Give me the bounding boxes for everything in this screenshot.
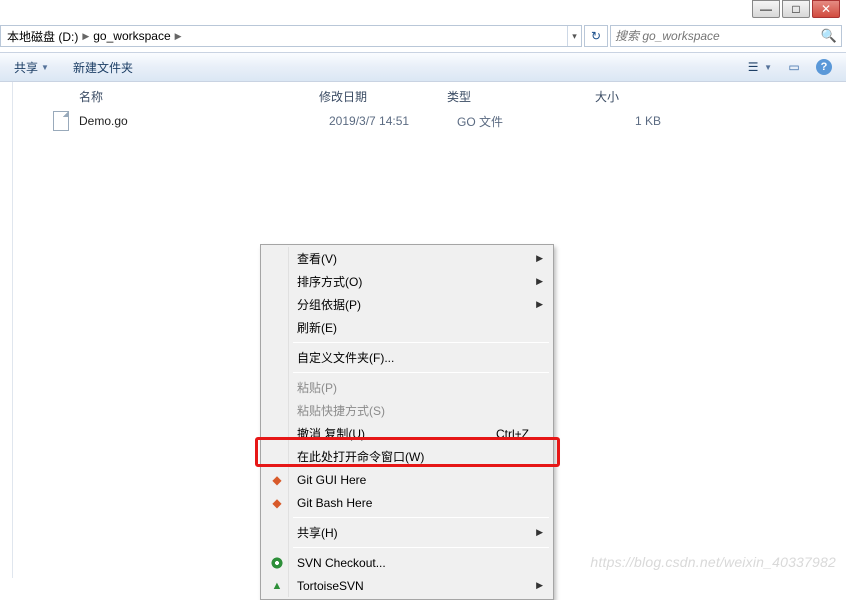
search-input[interactable] — [615, 29, 821, 43]
svn-icon — [269, 555, 285, 571]
breadcrumb-dropdown[interactable]: ▾ — [567, 26, 581, 46]
submenu-arrow-icon: ▶ — [536, 276, 543, 287]
ctx-sort[interactable]: 排序方式(O)▶ — [263, 270, 551, 293]
search-icon[interactable]: 🔍 — [821, 28, 837, 44]
refresh-button[interactable]: ↻ — [584, 25, 608, 47]
menu-separator — [293, 372, 549, 373]
column-date[interactable]: 修改日期 — [319, 88, 447, 105]
breadcrumb[interactable]: 本地磁盘 (D:) ▶ go_workspace ▶ ▾ — [0, 25, 582, 47]
preview-pane-button[interactable]: ▭ — [786, 59, 802, 75]
submenu-arrow-icon: ▶ — [536, 253, 543, 264]
share-menu[interactable]: 共享 ▼ — [14, 59, 49, 76]
chevron-right-icon: ▶ — [82, 31, 89, 42]
file-date: 2019/3/7 14:51 — [329, 114, 457, 128]
menu-separator — [293, 517, 549, 518]
view-options-button[interactable]: ☰ ▼ — [745, 59, 772, 75]
shortcut-label: Ctrl+Z — [496, 427, 529, 441]
close-glyph: ✕ — [821, 2, 831, 16]
ctx-svn-checkout[interactable]: SVN Checkout... — [263, 551, 551, 574]
submenu-arrow-icon: ▶ — [536, 299, 543, 310]
ctx-view[interactable]: 查看(V)▶ — [263, 247, 551, 270]
breadcrumb-seg-drive[interactable]: 本地磁盘 (D:) — [7, 28, 78, 45]
ctx-tortoisesvn[interactable]: TortoiseSVN▶ — [263, 574, 551, 597]
file-icon — [53, 111, 69, 131]
column-size[interactable]: 大小 — [595, 88, 675, 105]
chevron-down-icon: ▼ — [764, 63, 772, 72]
ctx-open-cmd[interactable]: 在此处打开命令窗口(W) — [263, 445, 551, 468]
menu-separator — [293, 342, 549, 343]
minimize-glyph: — — [760, 2, 772, 16]
close-button[interactable]: ✕ — [812, 0, 840, 18]
menu-separator — [293, 547, 549, 548]
file-type: GO 文件 — [457, 113, 605, 130]
column-type[interactable]: 类型 — [447, 88, 595, 105]
view-icon: ☰ — [745, 59, 761, 75]
breadcrumb-seg-folder[interactable]: go_workspace — [93, 29, 170, 43]
share-label: 共享 — [14, 59, 38, 76]
file-row[interactable]: Demo.go 2019/3/7 14:51 GO 文件 1 KB — [13, 110, 846, 132]
column-headers: 名称 修改日期 类型 大小 — [13, 82, 846, 110]
ctx-undo-copy[interactable]: 撤消 复制(U)Ctrl+Z — [263, 422, 551, 445]
ctx-share[interactable]: 共享(H)▶ — [263, 521, 551, 544]
refresh-icon: ↻ — [591, 29, 601, 43]
new-folder-button[interactable]: 新建文件夹 — [73, 59, 133, 76]
ctx-git-bash[interactable]: ◆Git Bash Here — [263, 491, 551, 514]
toolbar: 共享 ▼ 新建文件夹 ☰ ▼ ▭ ? — [0, 52, 846, 82]
git-icon: ◆ — [269, 472, 285, 488]
ctx-group[interactable]: 分组依据(P)▶ — [263, 293, 551, 316]
chevron-right-icon: ▶ — [175, 31, 182, 42]
chevron-down-icon: ▼ — [41, 63, 49, 72]
file-size: 1 KB — [605, 114, 685, 128]
ctx-paste: 粘贴(P) — [263, 376, 551, 399]
ctx-refresh[interactable]: 刷新(E) — [263, 316, 551, 339]
watermark: https://blog.csdn.net/weixin_40337982 — [590, 554, 836, 570]
ctx-git-gui[interactable]: ◆Git GUI Here — [263, 468, 551, 491]
maximize-button[interactable]: □ — [782, 0, 810, 18]
git-icon: ◆ — [269, 495, 285, 511]
help-button[interactable]: ? — [816, 59, 832, 75]
new-folder-label: 新建文件夹 — [73, 59, 133, 76]
submenu-arrow-icon: ▶ — [536, 580, 543, 591]
nav-pane[interactable] — [0, 82, 13, 578]
context-menu: 查看(V)▶ 排序方式(O)▶ 分组依据(P)▶ 刷新(E) 自定义文件夹(F)… — [260, 244, 554, 600]
minimize-button[interactable]: — — [752, 0, 780, 18]
column-name[interactable]: 名称 — [79, 88, 319, 105]
maximize-glyph: □ — [792, 2, 799, 16]
ctx-paste-shortcut: 粘贴快捷方式(S) — [263, 399, 551, 422]
submenu-arrow-icon: ▶ — [536, 527, 543, 538]
tortoise-icon — [269, 578, 285, 594]
file-name: Demo.go — [79, 114, 329, 128]
search-box[interactable]: 🔍 — [610, 25, 842, 47]
ctx-customize[interactable]: 自定义文件夹(F)... — [263, 346, 551, 369]
